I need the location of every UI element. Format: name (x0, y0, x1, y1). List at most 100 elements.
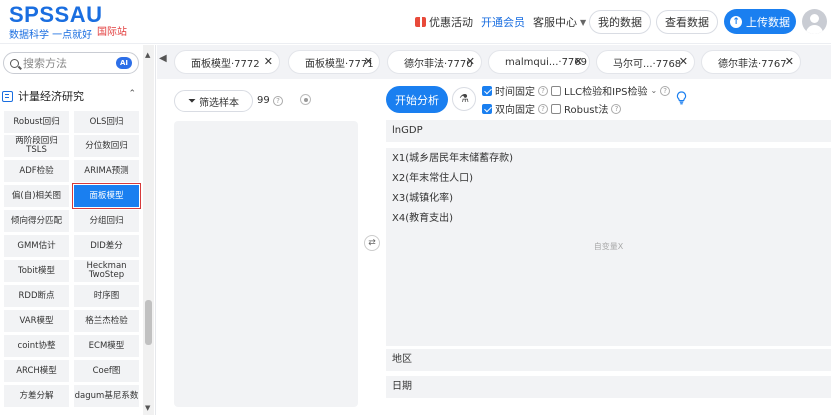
independent-hint: 自变量X (593, 242, 624, 251)
filter-sample-button[interactable]: ⏷ 筛选样本 (174, 90, 253, 112)
filter-icon: ⏷ (188, 95, 196, 107)
option-robust[interactable]: Robust法 ? (551, 101, 622, 116)
tab-scroll-left-icon[interactable]: ◀ (159, 53, 167, 64)
close-icon[interactable]: ✕ (466, 55, 475, 68)
date-variable-box[interactable]: 日期 (386, 376, 831, 398)
help-icon[interactable]: ? (660, 85, 671, 96)
method-item[interactable]: ADF检验 (4, 160, 69, 182)
dependent-variable-box[interactable]: lnGDP (386, 120, 831, 142)
method-item[interactable]: RDD断点 (4, 285, 69, 307)
sidebar-scrollbar[interactable]: ▲ ▼ (143, 45, 154, 415)
robust-checkbox[interactable] (551, 103, 561, 114)
filter-label: 筛选样本 (199, 97, 239, 109)
start-analysis-button[interactable]: 开始分析 (386, 86, 448, 113)
method-item[interactable]: VAR模型 (4, 310, 69, 332)
method-item[interactable]: 时序图 (74, 285, 139, 307)
tab-label: 马尔可...·7768 (613, 58, 682, 70)
search-input[interactable]: 搜索方法 AI (3, 52, 139, 74)
avatar[interactable] (802, 9, 827, 34)
close-icon[interactable]: ✕ (679, 55, 688, 68)
twoway-fixed-checkbox[interactable] (482, 103, 492, 114)
method-item[interactable]: Heckman TwoStep (74, 260, 139, 282)
promo-link[interactable]: 优惠活动 (415, 14, 473, 30)
method-item[interactable]: Robust回归 (4, 111, 69, 133)
intl-site-link[interactable]: 国际站 (97, 23, 127, 38)
sidebar: 搜索方法 AI 计量经济研究 ⌃ Robust回归 OLS回归 两阶段回归 TSLS… (0, 45, 156, 415)
tab-label: 德尔菲法·7770 (404, 58, 473, 70)
dependent-variable[interactable]: lnGDP (392, 125, 423, 136)
ai-badge[interactable]: AI (116, 57, 132, 69)
method-item[interactable]: 偏(自)相关图 (4, 185, 69, 207)
independent-variable[interactable]: X2(年末常住人口) (392, 169, 831, 189)
method-item[interactable]: GMM估计 (4, 235, 69, 257)
method-item[interactable]: DID差分 (74, 235, 139, 257)
logo-slogan: 数据科学 一点就好 (9, 30, 93, 41)
promo-label: 优惠活动 (429, 16, 473, 29)
lightbulb-icon[interactable] (676, 91, 687, 105)
option-twoway-fixed[interactable]: 双向固定 ? (482, 101, 548, 116)
result-tab[interactable]: malmqui...·7769 ✕ (488, 50, 590, 74)
method-item[interactable]: Coef图 (74, 360, 139, 382)
close-icon[interactable]: ✕ (574, 55, 583, 68)
search-placeholder: 搜索方法 (23, 57, 67, 70)
time-fixed-checkbox[interactable] (482, 85, 492, 96)
method-item[interactable]: OLS回归 (74, 111, 139, 133)
help-icon[interactable]: ? (272, 96, 283, 106)
vip-link[interactable]: 开通会员 (481, 14, 525, 30)
result-tab[interactable]: 马尔可...·7768 ✕ (596, 50, 695, 74)
upload-label: 上传数据 (746, 15, 790, 29)
result-tab[interactable]: 德尔菲法·7767 ✕ (701, 50, 801, 74)
help-icon[interactable]: ? (538, 103, 548, 114)
method-item[interactable]: 分位数回归 (74, 135, 139, 157)
close-icon[interactable]: ✕ (264, 55, 273, 68)
target-icon[interactable] (300, 94, 311, 105)
option-llc-ips[interactable]: LLC检验和IPS检验 ⌄ ? (551, 83, 671, 98)
tab-strip: ◀ 面板模型·7772 ✕ 面板模型·7771 ✕ 德尔菲法·7770 ✕ malmqui.… (157, 45, 831, 79)
result-tab[interactable]: 面板模型·7771 ✕ (288, 50, 380, 74)
upload-data-button[interactable]: ↑ 上传数据 (724, 9, 796, 34)
independent-variable[interactable]: X1(城乡居民年末储蓄存款) (392, 149, 831, 169)
logo[interactable]: SPSSAU 数据科学 一点就好 (9, 4, 102, 42)
result-tab[interactable]: 面板模型·7772 ✕ (174, 50, 280, 74)
method-item[interactable]: 倾向得分匹配 (4, 210, 69, 232)
close-icon[interactable]: ✕ (364, 55, 373, 68)
method-item[interactable]: dagum基尼系数 (74, 385, 139, 407)
method-item[interactable]: 方差分解 (4, 385, 69, 407)
help-icon[interactable]: ? (538, 85, 548, 96)
my-data-button[interactable]: 我的数据 (589, 10, 651, 34)
method-item[interactable]: 格兰杰检验 (74, 310, 139, 332)
method-item[interactable]: 分组回归 (74, 210, 139, 232)
method-item[interactable]: Tobit模型 (4, 260, 69, 282)
section-econometrics[interactable]: 计量经济研究 ⌃ (0, 86, 140, 106)
llc-checkbox[interactable] (551, 85, 561, 96)
close-icon[interactable]: ✕ (785, 55, 794, 68)
result-tab[interactable]: 德尔菲法·7770 ✕ (387, 50, 482, 74)
chevron-down-icon[interactable]: ⌄ (650, 86, 657, 95)
gift-icon (415, 17, 426, 27)
flask-icon[interactable]: ⚗ (452, 87, 476, 111)
method-item[interactable]: ECM模型 (74, 335, 139, 357)
independent-variable-box[interactable]: X1(城乡居民年末储蓄存款) X2(年末常住人口) X3(城镇化率) X4(教育支出)… (386, 148, 831, 346)
upload-icon: ↑ (730, 15, 742, 28)
method-item[interactable]: coint协整 (4, 335, 69, 357)
date-label: 日期 (392, 381, 412, 392)
tab-label: 德尔菲法·7767 (718, 58, 787, 70)
help-icon[interactable]: ? (611, 103, 622, 114)
region-variable-box[interactable]: 地区 (386, 349, 831, 371)
variable-list-box[interactable] (174, 121, 358, 407)
top-bar: SPSSAU 数据科学 一点就好 国际站 优惠活动 开通会员 客服中心 ▼ 我的… (0, 0, 831, 44)
method-item[interactable]: ARIMA预测 (74, 160, 139, 182)
scroll-down-icon[interactable]: ▼ (145, 404, 150, 412)
scroll-up-icon[interactable]: ▲ (145, 51, 150, 59)
chevron-up-icon: ⌃ (128, 89, 136, 99)
method-item[interactable]: 两阶段回归 TSLS (4, 135, 69, 157)
scroll-thumb[interactable] (145, 300, 152, 345)
option-time-fixed[interactable]: 时间固定 ? (482, 83, 548, 98)
service-center-menu[interactable]: 客服中心 ▼ (533, 14, 586, 30)
view-data-button[interactable]: 查看数据 (656, 10, 718, 34)
independent-variable[interactable]: X3(城镇化率) (392, 189, 831, 209)
method-item[interactable]: 面板模型 (72, 183, 141, 209)
independent-variable[interactable]: X4(教育支出) (392, 209, 831, 229)
method-item[interactable]: ARCH模型 (4, 360, 69, 382)
swap-icon[interactable]: ⇄ (364, 235, 380, 251)
